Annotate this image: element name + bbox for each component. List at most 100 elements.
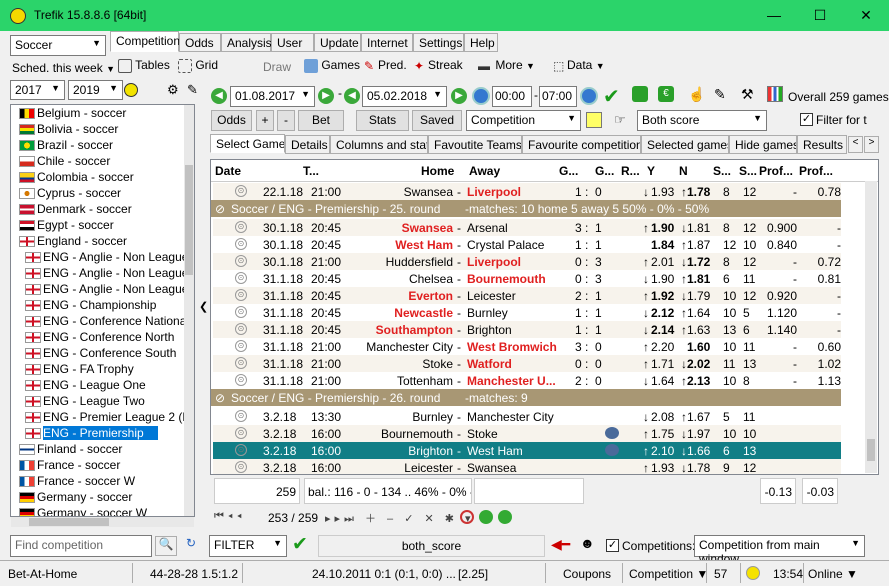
game-row[interactable]: ⊙ 22.1.18 21:00 Swansea - Liverpool 1:0 ↓ 1.93 ↑ 1… <box>213 183 841 200</box>
row-detail-icon[interactable]: ⊙ <box>235 185 247 197</box>
tree-options-icon[interactable]: ⚙ <box>167 82 179 98</box>
tree-item[interactable]: ENG - Anglie - Non League P <box>25 265 194 281</box>
game-row[interactable]: ⊙ 31.1.18 21:00 Tottenham - Manchester U... 2:… <box>213 372 841 389</box>
group-expand-icon[interactable]: ⊘ <box>215 202 225 216</box>
tree-item[interactable]: ENG - Conference National <box>25 313 189 329</box>
subtab-7[interactable]: Results o <box>797 135 847 154</box>
row-detail-icon[interactable]: ⊙ <box>235 374 247 386</box>
game-row[interactable]: ⊙ 3.2.18 13:30 Burnley - Manchester City ↓ 2.08… <box>213 408 841 425</box>
grid-button[interactable]: Grid <box>178 58 218 73</box>
refresh-icon[interactable] <box>632 86 648 102</box>
column-header[interactable]: Away <box>469 164 500 178</box>
navigator-first-prev[interactable]: ⏮◂◂ <box>214 510 246 523</box>
game-row[interactable]: ⊙ 31.1.18 20:45 Everton - Leicester 2:1 ↑ 1.92 ↓ 1… <box>213 287 841 304</box>
subtab-4[interactable]: Favourite competitions <box>522 135 641 154</box>
tree-item[interactable]: England - soccer <box>19 233 127 249</box>
row-detail-icon[interactable]: ⊙ <box>235 323 247 335</box>
tree-item[interactable]: Egypt - soccer <box>19 217 114 233</box>
row-detail-icon[interactable]: ⊙ <box>235 272 247 284</box>
tree-item[interactable]: Bolivia - soccer <box>19 121 118 137</box>
row-detail-icon[interactable]: ⊙ <box>235 410 247 422</box>
tab-odds[interactable]: Odds <box>179 33 221 52</box>
column-header[interactable]: G... <box>559 164 578 178</box>
subtab-0[interactable]: Select Games <box>210 134 285 153</box>
tree-item[interactable]: Belgium - soccer <box>19 105 126 121</box>
tree-item[interactable]: Chile - soccer <box>19 153 110 169</box>
find-competition-input[interactable]: Find competition <box>10 535 152 557</box>
group-expand-icon[interactable]: ⊘ <box>215 391 225 405</box>
plus-button[interactable]: + <box>256 110 274 131</box>
date-from-input[interactable]: 01.08.2017 ▼ <box>230 86 315 107</box>
tool-icon[interactable]: ⚒ <box>741 86 754 103</box>
tab-internet[interactable]: Internet <box>361 33 413 52</box>
tab-analysis[interactable]: Analysis <box>221 33 272 52</box>
subtab-3[interactable]: Favoutite Teams <box>428 135 522 154</box>
tree-item[interactable]: ENG - League One <box>25 377 146 393</box>
games-button[interactable]: Games <box>304 58 360 73</box>
subtab-6[interactable]: Hide games <box>729 135 797 154</box>
year-to-select[interactable]: 2019 ▼ <box>68 80 123 100</box>
time-from-input[interactable]: 00:00 <box>492 86 532 107</box>
eye-icon[interactable] <box>605 427 619 439</box>
sport-select[interactable]: Soccer ▼ <box>10 35 106 56</box>
competitions-checkbox[interactable]: ✓ <box>606 539 619 552</box>
time-to-input[interactable]: 07:00 <box>539 86 577 107</box>
draw-button[interactable]: Draw <box>263 60 291 74</box>
year-from-select[interactable]: 2017 ▼ <box>10 80 65 100</box>
row-detail-icon[interactable]: ⊙ <box>235 444 247 456</box>
minus-button[interactable]: - <box>277 110 295 131</box>
date-to-back-icon[interactable]: ◀ <box>344 88 360 104</box>
tab-competition[interactable]: Competition <box>110 31 180 52</box>
streak-button[interactable]: ✦ Streak <box>414 58 463 73</box>
column-header[interactable]: Prof... <box>759 164 793 178</box>
reload-icon[interactable] <box>498 510 512 524</box>
checkmark-icon[interactable]: ✔ <box>603 84 620 109</box>
search-icon[interactable]: 🔍 <box>155 536 177 556</box>
subtab-1[interactable]: Details <box>285 135 330 154</box>
tab-settings[interactable]: Settings <box>413 33 464 52</box>
column-header[interactable]: Y <box>647 164 655 178</box>
row-detail-icon[interactable]: ⊙ <box>235 427 247 439</box>
tree-item[interactable]: ENG - Premiership <box>25 425 158 441</box>
date-back-icon[interactable]: ◀ <box>211 88 227 104</box>
clock-to-icon[interactable] <box>580 87 598 105</box>
tree-item[interactable]: ENG - Anglie - Non League P <box>25 249 194 265</box>
ball-icon[interactable] <box>124 83 138 97</box>
close-button[interactable]: ✕ <box>843 0 889 31</box>
tree-item[interactable]: ENG - Conference South <box>25 345 176 361</box>
filter-checkbox[interactable]: ✓ <box>800 113 813 126</box>
tree-vertical-scrollbar[interactable] <box>184 105 194 516</box>
both-score-select[interactable]: Both score ▼ <box>637 110 767 131</box>
odds-button[interactable]: Odds <box>211 110 252 131</box>
stats-button[interactable]: Stats <box>356 110 409 131</box>
cancel-icon[interactable] <box>460 510 474 524</box>
date-to-forward-icon[interactable]: ▶ <box>451 88 467 104</box>
tree-item[interactable]: Denmark - soccer <box>19 201 132 217</box>
maximize-button[interactable]: ☐ <box>797 0 843 31</box>
tree-edit-icon[interactable]: ✎ <box>187 82 198 98</box>
column-header[interactable]: N <box>679 164 688 178</box>
game-row[interactable]: ⊙ 31.1.18 21:00 Manchester City - West Bromwi… <box>213 338 841 355</box>
tree-item[interactable]: ENG - Anglie - Non League P <box>25 281 194 297</box>
tabs-scroll-left[interactable]: < <box>848 136 863 153</box>
game-row[interactable]: ⊙ 31.1.18 20:45 Southampton - Brighton 1:1 ↓ 2.1… <box>213 321 841 338</box>
minimize-button[interactable]: — <box>751 0 797 31</box>
clock-icon[interactable] <box>472 87 490 105</box>
row-detail-icon[interactable]: ⊙ <box>235 238 247 250</box>
tree-item[interactable]: France - soccer W <box>19 473 135 489</box>
row-detail-icon[interactable]: ⊙ <box>235 461 247 473</box>
tree-item[interactable]: France - soccer <box>19 457 120 473</box>
tree-item[interactable]: Cyprus - soccer <box>19 185 121 201</box>
tree-item[interactable]: Germany - soccer W <box>19 505 147 516</box>
lock-icon[interactable] <box>586 112 602 128</box>
data-button[interactable]: ⬚ Data ▼ <box>553 58 605 73</box>
bet-button[interactable]: Bet <box>298 110 344 131</box>
column-header[interactable]: G... <box>595 164 614 178</box>
arrow-left-icon[interactable]: ◀━ <box>551 536 570 553</box>
filter-select[interactable]: FILTER ▼ <box>209 535 287 557</box>
online-menu[interactable]: Online ▼ <box>808 567 858 581</box>
grid-vertical-scrollbar[interactable] <box>865 181 877 473</box>
game-row[interactable]: ⊙ 3.2.18 16:00 Bournemouth - Stoke ↑ 1.75 ↓ 1.97 1… <box>213 425 841 442</box>
game-row[interactable]: ⊙ 30.1.18 21:00 Huddersfield - Liverpool 0:3 ↑ 2… <box>213 253 841 270</box>
subtab-2[interactable]: Columns and stats <box>330 135 428 154</box>
